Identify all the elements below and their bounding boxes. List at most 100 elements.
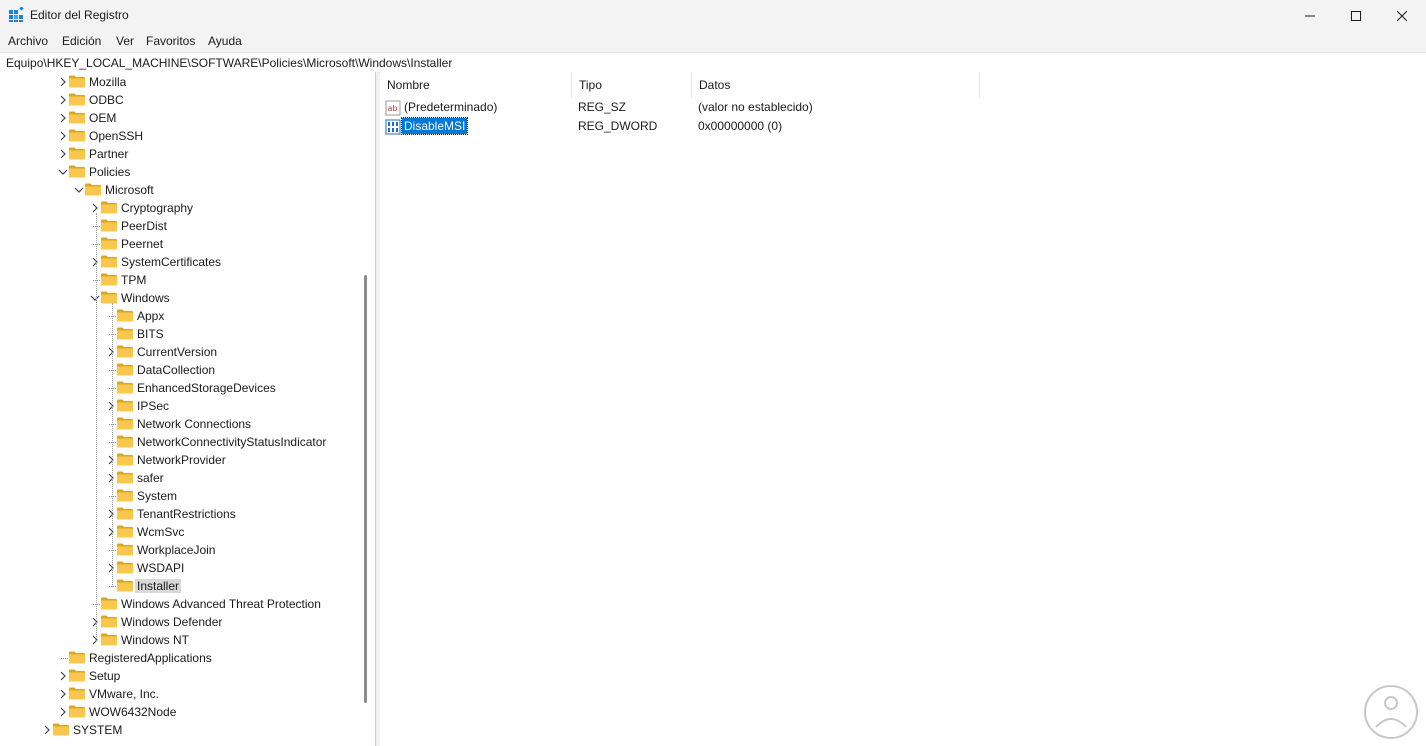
chevron-right-icon[interactable] — [57, 130, 69, 142]
tree-item-label[interactable]: Cryptography — [119, 201, 195, 215]
chevron-right-icon[interactable] — [105, 562, 117, 574]
chevron-right-icon[interactable] — [57, 94, 69, 106]
tree-item-label[interactable]: OpenSSH — [87, 129, 145, 143]
tree-item-label[interactable]: Installer — [135, 579, 182, 593]
tree-item[interactable]: Peernet — [0, 235, 360, 253]
tree-item[interactable]: Installer — [0, 577, 360, 595]
tree-item[interactable]: PeerDist — [0, 217, 360, 235]
tree-item-label[interactable]: VMware, Inc. — [87, 687, 161, 701]
address-bar[interactable]: Equipo\HKEY_LOCAL_MACHINE\SOFTWARE\Polic… — [0, 52, 1426, 73]
menu-archivo[interactable]: Archivo — [8, 34, 48, 48]
menu-ayuda[interactable]: Ayuda — [208, 34, 242, 48]
tree-item-label[interactable]: WorkplaceJoin — [135, 543, 217, 557]
tree-item[interactable]: WOW6432Node — [0, 703, 360, 721]
address-path[interactable]: Equipo\HKEY_LOCAL_MACHINE\SOFTWARE\Polic… — [6, 56, 452, 70]
tree-item-label[interactable]: DataCollection — [135, 363, 217, 377]
pane-splitter[interactable] — [376, 72, 379, 746]
values-list[interactable]: Nombre Tipo Datos ab (Predeterminado) RE… — [380, 72, 1426, 746]
chevron-right-icon[interactable] — [105, 400, 117, 412]
tree-item[interactable]: Windows Defender — [0, 613, 360, 631]
tree-item-label[interactable]: TPM — [119, 273, 148, 287]
tree-item-label[interactable]: RegisteredApplications — [87, 651, 214, 665]
chevron-down-icon[interactable] — [73, 184, 85, 196]
value-row[interactable]: DisableMSI REG_DWORD 0x00000000 (0) — [380, 117, 1426, 136]
tree-item[interactable]: VMware, Inc. — [0, 685, 360, 703]
tree-item-label[interactable]: NetworkProvider — [135, 453, 228, 467]
column-header-name[interactable]: Nombre — [380, 72, 572, 98]
tree-item-label[interactable]: OEM — [87, 111, 118, 125]
tree-item[interactable]: WcmSvc — [0, 523, 360, 541]
maximize-button[interactable] — [1333, 0, 1379, 31]
tree-item[interactable]: WSDAPI — [0, 559, 360, 577]
tree-item[interactable]: OpenSSH — [0, 127, 360, 145]
menu-edicion[interactable]: Edición — [62, 34, 101, 48]
chevron-right-icon[interactable] — [41, 724, 53, 736]
tree-item-label[interactable]: Windows — [119, 291, 172, 305]
tree-item-label[interactable]: CurrentVersion — [135, 345, 219, 359]
chevron-right-icon[interactable] — [105, 454, 117, 466]
tree-item-label[interactable]: Peernet — [119, 237, 165, 251]
tree-item[interactable]: Mozilla — [0, 73, 360, 91]
tree-item-label[interactable]: EnhancedStorageDevices — [135, 381, 278, 395]
chevron-right-icon[interactable] — [89, 616, 101, 628]
chevron-right-icon[interactable] — [89, 634, 101, 646]
chevron-right-icon[interactable] — [105, 472, 117, 484]
tree-item[interactable]: Setup — [0, 667, 360, 685]
chevron-down-icon[interactable] — [57, 166, 69, 178]
tree-item[interactable]: CurrentVersion — [0, 343, 360, 361]
tree-item[interactable]: Policies — [0, 163, 360, 181]
tree-item-label[interactable]: Appx — [135, 309, 166, 323]
column-header-type[interactable]: Tipo — [572, 72, 692, 98]
value-name[interactable]: (Predeterminado) — [402, 99, 499, 115]
tree-item[interactable]: Windows Advanced Threat Protection — [0, 595, 360, 613]
tree-item-label[interactable]: WSDAPI — [135, 561, 186, 575]
menu-favoritos[interactable]: Favoritos — [146, 34, 195, 48]
tree-item[interactable]: TenantRestrictions — [0, 505, 360, 523]
column-header-data[interactable]: Datos — [692, 72, 980, 98]
chevron-right-icon[interactable] — [57, 688, 69, 700]
tree-item-label[interactable]: SYSTEM — [71, 723, 124, 737]
tree-item[interactable]: safer — [0, 469, 360, 487]
tree-item[interactable]: IPSec — [0, 397, 360, 415]
tree-item[interactable]: NetworkConnectivityStatusIndicator — [0, 433, 360, 451]
tree-item-label[interactable]: safer — [135, 471, 166, 485]
chevron-right-icon[interactable] — [105, 526, 117, 538]
tree-item[interactable]: Windows NT — [0, 631, 360, 649]
tree-item[interactable]: Cryptography — [0, 199, 360, 217]
tree-item[interactable]: SYSTEM — [0, 721, 360, 739]
registry-tree[interactable]: Mozilla ODBC OEM OpenSSH Partner Policies Micr… — [0, 72, 376, 746]
tree-item[interactable]: EnhancedStorageDevices — [0, 379, 360, 397]
minimize-button[interactable] — [1287, 0, 1333, 31]
chevron-down-icon[interactable] — [89, 292, 101, 304]
chevron-right-icon[interactable] — [57, 76, 69, 88]
chevron-right-icon[interactable] — [57, 148, 69, 160]
tree-item[interactable]: OEM — [0, 109, 360, 127]
tree-item-label[interactable]: Windows Defender — [119, 615, 224, 629]
tree-item-label[interactable]: System — [135, 489, 179, 503]
tree-item-label[interactable]: Network Connections — [135, 417, 253, 431]
tree-item-label[interactable]: NetworkConnectivityStatusIndicator — [135, 435, 328, 449]
tree-item-label[interactable]: Setup — [87, 669, 122, 683]
chevron-right-icon[interactable] — [57, 112, 69, 124]
tree-item-label[interactable]: Partner — [87, 147, 130, 161]
tree-item[interactable]: SystemCertificates — [0, 253, 360, 271]
tree-item[interactable]: WorkplaceJoin — [0, 541, 360, 559]
tree-item[interactable]: RegisteredApplications — [0, 649, 360, 667]
menu-ver[interactable]: Ver — [116, 34, 134, 48]
tree-item[interactable]: TPM — [0, 271, 360, 289]
tree-item-label[interactable]: IPSec — [135, 399, 171, 413]
tree-item-label[interactable]: ODBC — [87, 93, 126, 107]
tree-item-label[interactable]: Policies — [87, 165, 132, 179]
tree-item[interactable]: DataCollection — [0, 361, 360, 379]
value-row[interactable]: ab (Predeterminado) REG_SZ (valor no est… — [380, 98, 1426, 117]
chevron-right-icon[interactable] — [105, 346, 117, 358]
tree-item-label[interactable]: Windows NT — [119, 633, 191, 647]
tree-item-label[interactable]: TenantRestrictions — [135, 507, 238, 521]
tree-item[interactable]: Appx — [0, 307, 360, 325]
tree-item-label[interactable]: Windows Advanced Threat Protection — [119, 597, 323, 611]
chevron-right-icon[interactable] — [89, 202, 101, 214]
tree-scrollbar[interactable] — [364, 275, 367, 703]
value-name[interactable]: DisableMSI — [400, 117, 469, 135]
tree-item[interactable]: NetworkProvider — [0, 451, 360, 469]
tree-item-label[interactable]: WOW6432Node — [87, 705, 178, 719]
